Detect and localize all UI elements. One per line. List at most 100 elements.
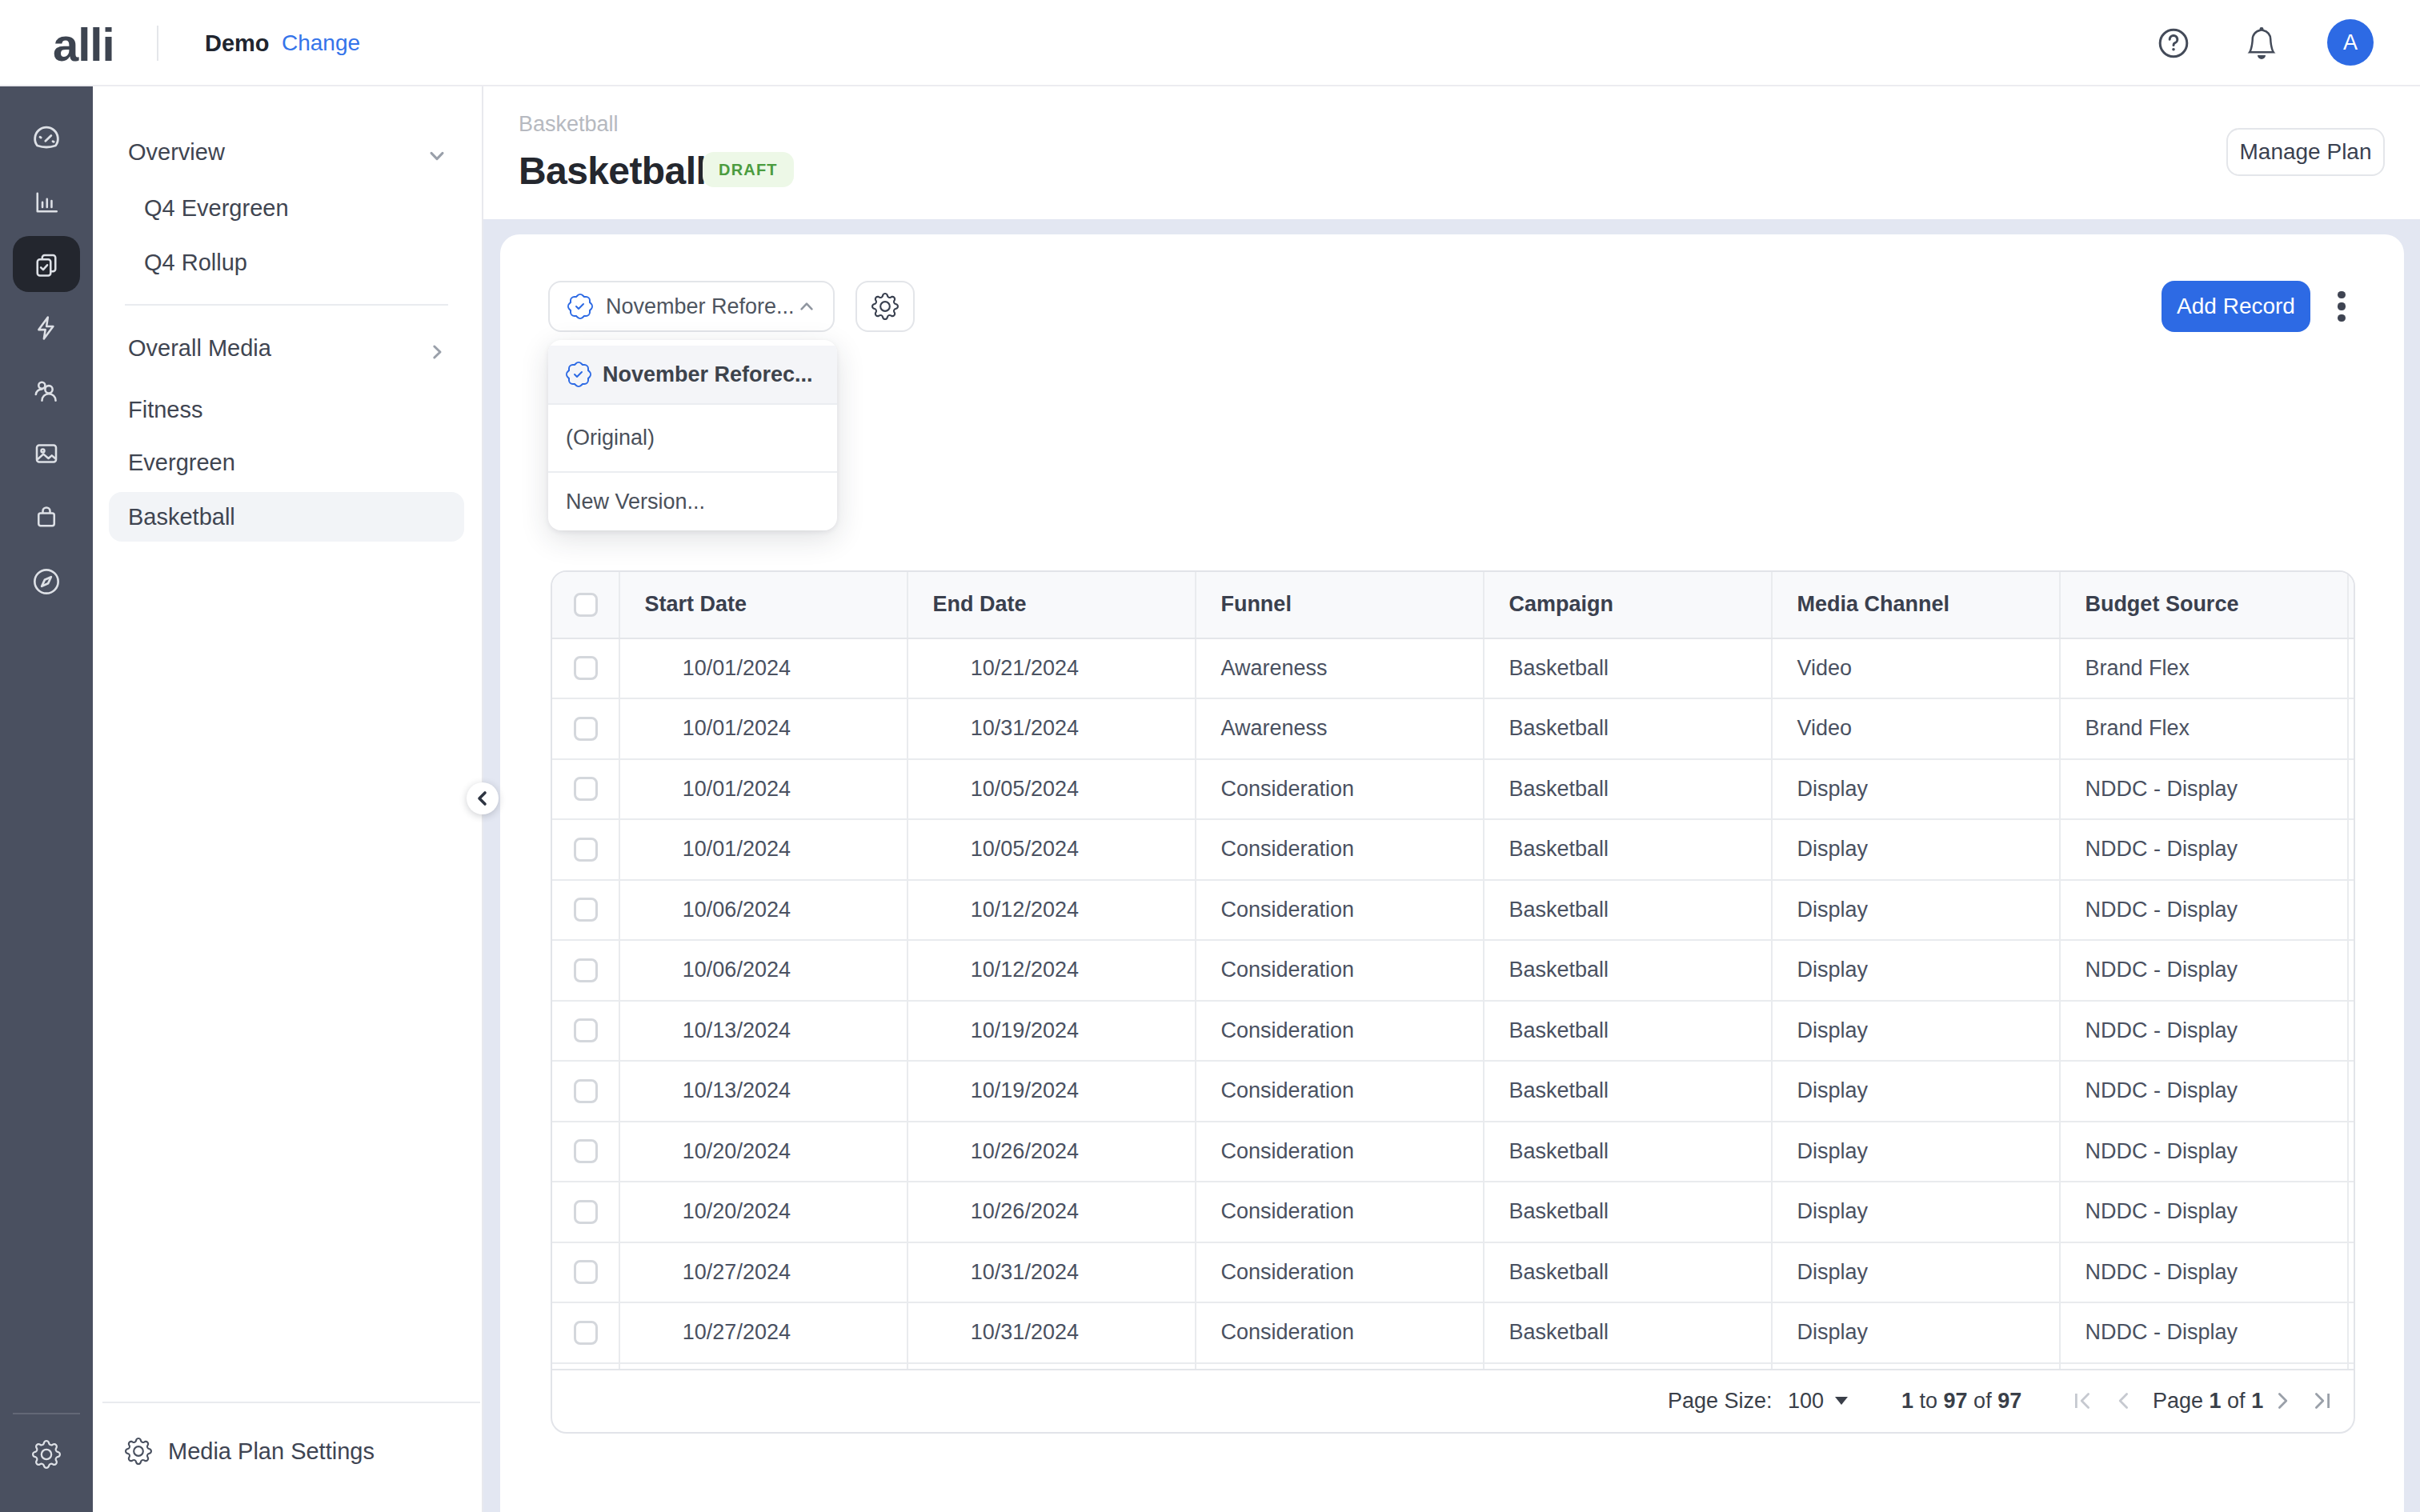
cell-start-date: 10/20/2024 (620, 1182, 908, 1242)
shopping-bag-icon[interactable] (32, 502, 61, 531)
more-options-kebab-icon[interactable] (2323, 282, 2360, 330)
sidebar-item-overview[interactable]: Overview (128, 139, 225, 166)
help-icon[interactable] (2158, 27, 2190, 59)
row-checkbox[interactable] (552, 699, 620, 758)
column-header-end-date[interactable]: End Date (908, 572, 1196, 638)
media-plan-settings-label: Media Plan Settings (168, 1438, 375, 1465)
media-plan-settings[interactable]: Media Plan Settings (125, 1435, 375, 1467)
sidebar-item-q4-rollup[interactable]: Q4 Rollup (144, 250, 247, 276)
manage-plan-button[interactable]: Manage Plan (2226, 128, 2385, 176)
version-menu-item-current[interactable]: November Reforec... (548, 346, 837, 405)
version-selector[interactable]: November Refore... (548, 281, 835, 332)
sidebar-item-evergreen[interactable]: Evergreen (128, 450, 235, 476)
cell-campaign: Basketball (1484, 1303, 1773, 1362)
pagination-bar: Page Size: 100 1 to 97 of 97 Page 1 of 1 (552, 1369, 2354, 1432)
cell-end-date: 10/12/2024 (908, 941, 1196, 1000)
cell-media-channel: Display (1773, 941, 2061, 1000)
page-size-select[interactable]: 100 (1788, 1370, 1848, 1432)
row-checkbox[interactable] (552, 1062, 620, 1121)
row-checkbox[interactable] (552, 941, 620, 1000)
cell-funnel: Awareness (1196, 699, 1484, 758)
cell-campaign: Basketball (1484, 1062, 1773, 1121)
media-plans-clipboard-icon[interactable] (32, 250, 61, 279)
cell-media-channel: Video (1773, 699, 2061, 758)
chevron-up-icon (798, 298, 815, 315)
cell-funnel: Consideration (1196, 881, 1484, 940)
reports-bar-chart-icon[interactable] (32, 188, 61, 217)
cell-funnel: Consideration (1196, 941, 1484, 1000)
row-checkbox[interactable] (552, 1002, 620, 1061)
row-checkbox[interactable] (552, 820, 620, 879)
cell-budget-source: NDDC - Display (2061, 1182, 2349, 1242)
row-checkbox[interactable] (552, 881, 620, 940)
cell-start-date: 10/13/2024 (620, 1002, 908, 1061)
table-row: 10/20/2024 10/26/2024 Consideration Bask… (552, 1122, 2354, 1183)
cell-end-date: 10/19/2024 (908, 1062, 1196, 1121)
column-header-media-channel[interactable]: Media Channel (1773, 572, 2061, 638)
sidebar-item-overall-media[interactable]: Overall Media (128, 335, 271, 362)
table-row: 10/06/2024 10/12/2024 Consideration Bask… (552, 941, 2354, 1002)
rail-settings-gear-icon[interactable] (32, 1440, 61, 1469)
cell-funnel: Awareness (1196, 639, 1484, 698)
cell-end-date: 10/05/2024 (908, 820, 1196, 879)
cell-media-channel: Display (1773, 820, 2061, 879)
add-record-button[interactable]: Add Record (2162, 281, 2310, 332)
alli-logo: alli (53, 18, 114, 71)
gear-icon (871, 293, 899, 320)
cell-budget-source: NDDC - Display (2061, 1122, 2349, 1182)
cell-end-date: 10/31/2024 (908, 1303, 1196, 1362)
select-all-checkbox[interactable] (552, 572, 620, 638)
cell-start-date: 10/13/2024 (620, 1062, 908, 1121)
column-header-campaign[interactable]: Campaign (1484, 572, 1773, 638)
cell-campaign: Basketball (1484, 1002, 1773, 1061)
audiences-users-icon[interactable] (32, 377, 61, 406)
cell-funnel: Consideration (1196, 1122, 1484, 1182)
last-page-button[interactable] (2311, 1370, 2334, 1432)
column-header-start-date[interactable]: Start Date (620, 572, 908, 638)
sidebar-item-q4-evergreen[interactable]: Q4 Evergreen (144, 195, 289, 222)
cell-media-channel: Display (1773, 1303, 2061, 1362)
table-row: 10/27/2024 10/31/2024 Consideration Bask… (552, 1303, 2354, 1364)
creative-image-icon[interactable] (32, 439, 61, 468)
column-header-funnel[interactable]: Funnel (1196, 572, 1484, 638)
change-workspace-link[interactable]: Change (282, 0, 360, 86)
row-checkbox[interactable] (552, 1303, 620, 1362)
version-menu-item-original[interactable]: (Original) (548, 405, 837, 473)
automation-lightning-icon[interactable] (32, 314, 61, 342)
row-gutter (2349, 1182, 2354, 1242)
column-header-budget-source[interactable]: Budget Source (2061, 572, 2349, 638)
version-settings-button[interactable] (855, 281, 915, 332)
cell-start-date: 10/01/2024 (620, 820, 908, 879)
cell-start-date: 10/20/2024 (620, 1122, 908, 1182)
row-checkbox[interactable] (552, 1122, 620, 1182)
discovery-compass-icon[interactable] (30, 566, 62, 598)
version-menu-item-new[interactable]: New Version... (548, 473, 837, 530)
breadcrumb[interactable]: Basketball (519, 112, 619, 137)
cell-funnel: Consideration (1196, 760, 1484, 819)
sidebar-item-fitness[interactable]: Fitness (128, 397, 202, 423)
row-checkbox[interactable] (552, 1243, 620, 1302)
row-checkbox[interactable] (552, 639, 620, 698)
first-page-button[interactable] (2071, 1370, 2093, 1432)
dashboard-gauge-icon[interactable] (30, 123, 62, 155)
cell-campaign: Basketball (1484, 941, 1773, 1000)
cell-end-date: 10/31/2024 (908, 699, 1196, 758)
cell-budget-source: NDDC - Display (2061, 881, 2349, 940)
row-checkbox[interactable] (552, 760, 620, 819)
cell-budget-source: NDDC - Display (2061, 1002, 2349, 1061)
cell-start-date: 10/01/2024 (620, 760, 908, 819)
cell-end-date: 10/12/2024 (908, 881, 1196, 940)
next-page-button[interactable] (2271, 1370, 2294, 1432)
row-checkbox[interactable] (552, 1182, 620, 1242)
cell-campaign: Basketball (1484, 881, 1773, 940)
notifications-bell-icon[interactable] (2246, 27, 2278, 59)
avatar[interactable]: A (2327, 19, 2374, 66)
row-gutter (2349, 639, 2354, 698)
cell-end-date: 10/31/2024 (908, 1243, 1196, 1302)
cell-campaign: Basketball (1484, 639, 1773, 698)
sidebar-collapse-handle[interactable] (467, 782, 499, 814)
prev-page-button[interactable] (2113, 1370, 2135, 1432)
topbar-divider (157, 26, 158, 61)
cell-funnel: Consideration (1196, 1062, 1484, 1121)
row-gutter (2349, 1002, 2354, 1061)
